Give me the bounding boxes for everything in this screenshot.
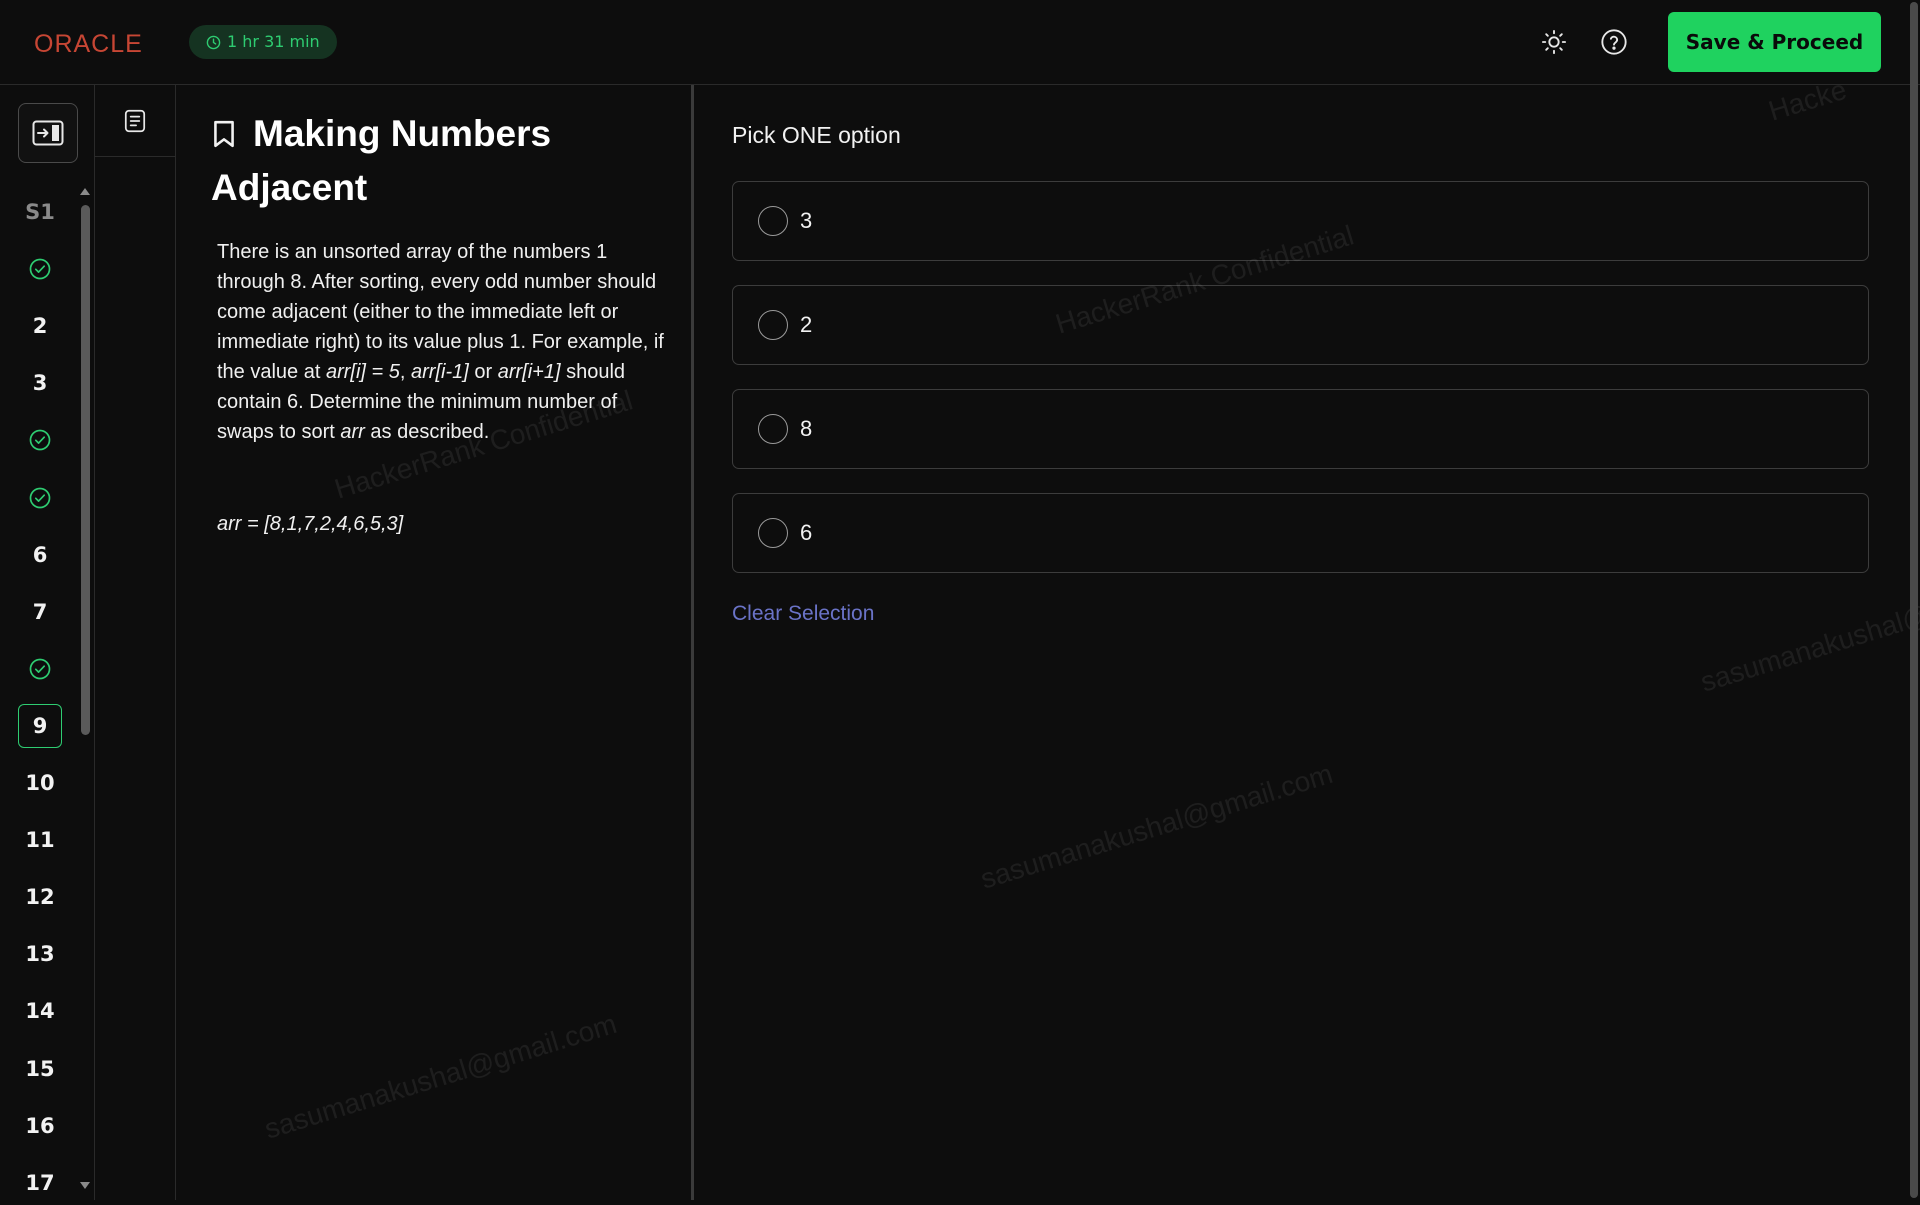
option-label: 8 <box>800 416 813 441</box>
page-scrollbar-thumb[interactable] <box>1910 2 1918 1198</box>
rail-item-question[interactable]: 13 <box>18 932 62 976</box>
radio-button[interactable] <box>758 518 788 548</box>
rail-item-question[interactable]: 10 <box>18 761 62 805</box>
clear-selection-link[interactable]: Clear Selection <box>732 602 874 626</box>
oracle-logo: ORACLE <box>34 30 143 58</box>
question-text: There is an unsorted array of the number… <box>217 237 667 447</box>
help-button[interactable] <box>1598 26 1630 58</box>
rail-item-question[interactable]: 11 <box>18 818 62 862</box>
question-code: arr[i+1] <box>497 361 561 383</box>
rail-item-question[interactable]: 16 <box>18 1104 62 1148</box>
option-label: 3 <box>800 208 813 233</box>
watermark: sasumanakushal@ <box>1697 598 1920 698</box>
check-circle-icon <box>29 658 51 680</box>
panel-expand-icon <box>32 120 64 146</box>
timer-text: 1 hr 31 min <box>227 32 320 51</box>
clock-icon <box>206 35 221 49</box>
rail-item-answered[interactable] <box>18 247 62 291</box>
page-scrollbar[interactable] <box>1908 0 1920 1200</box>
pick-one-label: Pick ONE option <box>732 122 901 148</box>
rail-item-answered[interactable] <box>18 647 62 691</box>
rail-item-question[interactable]: 15 <box>18 1047 62 1091</box>
answer-panel: Pick ONE option 3 2 8 6 Clear Selection … <box>697 74 1920 1200</box>
secondary-rail <box>95 85 176 1200</box>
question-title: Making Numbers Adjacent <box>211 113 552 208</box>
check-circle-icon <box>29 258 51 280</box>
rail-section-label[interactable]: S1 <box>18 190 62 234</box>
check-circle-icon <box>29 487 51 509</box>
radio-button[interactable] <box>758 206 788 236</box>
rail-item-question[interactable]: 6 <box>18 533 62 577</box>
document-icon <box>124 109 146 132</box>
question-panel: Making Numbers Adjacent There is an unso… <box>176 85 694 1200</box>
rail-item-answered[interactable] <box>18 418 62 462</box>
question-array: arr = [8,1,7,2,4,6,5,3] <box>217 513 404 535</box>
question-header: Making Numbers Adjacent <box>211 107 681 215</box>
bookmark-icon[interactable] <box>211 119 237 149</box>
question-rail: S1 2 3 6 7 9 10 11 12 13 14 15 16 17 <box>0 85 95 1200</box>
tab-question-description[interactable] <box>95 85 175 157</box>
rail-item-question[interactable]: 2 <box>18 304 62 348</box>
rail-item-question[interactable]: 12 <box>18 875 62 919</box>
rail-item-question[interactable]: 3 <box>18 361 62 405</box>
radio-button[interactable] <box>758 414 788 444</box>
option-1[interactable]: 3 <box>732 181 1869 261</box>
rail-item-question[interactable]: 7 <box>18 590 62 634</box>
save-proceed-button[interactable]: Save & Proceed <box>1668 12 1881 72</box>
option-4[interactable]: 6 <box>732 493 1869 573</box>
option-label: 6 <box>800 520 813 545</box>
check-circle-icon <box>29 429 51 451</box>
rail-scroll-down[interactable] <box>80 1182 90 1189</box>
radio-button[interactable] <box>758 310 788 340</box>
help-circle-icon <box>1601 29 1627 55</box>
sun-icon <box>1541 29 1567 55</box>
rail-item-question[interactable]: 17 <box>18 1161 62 1205</box>
theme-toggle-button[interactable] <box>1538 26 1570 58</box>
top-bar: ORACLE 1 hr 31 min Save & Proceed <box>0 0 1920 85</box>
watermark: sasumanakushal@gmail.com <box>261 1007 621 1145</box>
question-text-part: , <box>399 361 412 383</box>
watermark: sasumanakushal@gmail.com <box>977 757 1337 895</box>
rail-item-question[interactable]: 14 <box>18 989 62 1033</box>
timer-badge: 1 hr 31 min <box>189 25 337 59</box>
rail-scroll-up[interactable] <box>80 188 90 195</box>
question-code: arr[i] = 5 <box>325 361 400 383</box>
question-title-line: Making Numbers Adjacent <box>211 107 681 215</box>
rail-toggle-button[interactable] <box>18 103 78 163</box>
rail-item-answered[interactable] <box>18 476 62 520</box>
question-text-part: or <box>468 361 498 383</box>
option-2[interactable]: 2 <box>732 285 1869 365</box>
rail-item-question[interactable]: 9 <box>18 704 62 748</box>
question-text-part: as described. <box>364 421 490 443</box>
rail-scrollbar[interactable] <box>81 205 90 735</box>
question-code: arr[i-1] <box>411 361 469 383</box>
option-label: 2 <box>800 312 813 337</box>
question-code: arr <box>340 421 365 443</box>
option-3[interactable]: 8 <box>732 389 1869 469</box>
